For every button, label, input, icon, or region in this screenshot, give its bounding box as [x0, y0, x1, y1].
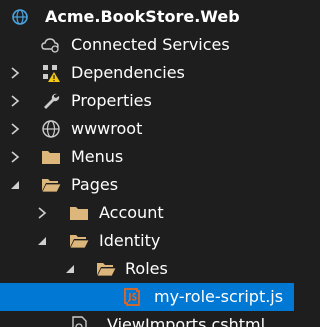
web-project-icon	[10, 7, 30, 27]
tree-item-label: Acme.BookStore.Web	[45, 7, 240, 26]
chevron-right-icon[interactable]	[36, 207, 48, 219]
tree-item-connected-services[interactable]: Connected Services	[0, 31, 294, 59]
chevron-down-icon[interactable]	[9, 179, 21, 191]
tree-item-label: _ViewImports.cshtml	[99, 315, 266, 327]
tree-item-label: Account	[99, 203, 164, 222]
folder-icon	[41, 147, 61, 167]
tree-item-properties[interactable]: Properties	[0, 87, 294, 115]
tree-item-wwwroot[interactable]: wwwroot	[0, 115, 294, 143]
tree-item-identity[interactable]: Identity	[0, 227, 294, 255]
folder-open-icon	[69, 231, 89, 251]
globe-icon	[41, 119, 61, 139]
tree-item-account[interactable]: Account	[0, 199, 294, 227]
tree-item-viewimports[interactable]: _ViewImports.cshtml	[0, 311, 294, 327]
tree-item-label: Pages	[71, 175, 119, 194]
chevron-right-icon[interactable]	[9, 123, 21, 135]
chevron-right-icon[interactable]	[9, 95, 21, 107]
dependencies-warning-icon	[41, 63, 61, 83]
chevron-down-icon[interactable]	[36, 235, 48, 247]
tree-item-label: wwwroot	[71, 119, 143, 138]
chevron-down-icon[interactable]	[64, 263, 76, 275]
tree-item-label: Menus	[71, 147, 124, 166]
tree-item-project[interactable]: Acme.BookStore.Web	[0, 3, 294, 31]
folder-open-icon	[96, 259, 116, 279]
chevron-right-icon[interactable]	[9, 151, 21, 163]
tree-item-dependencies[interactable]: Dependencies	[0, 59, 294, 87]
razor-file-icon	[69, 315, 89, 327]
tree-item-label: Roles	[125, 259, 168, 278]
solution-explorer-tree: Acme.BookStore.Web Connected Services De…	[0, 0, 294, 327]
tree-item-roles[interactable]: Roles	[0, 255, 294, 283]
tree-item-pages[interactable]: Pages	[0, 171, 294, 199]
tree-item-label: Properties	[71, 91, 152, 110]
tree-item-my-role-script[interactable]: my-role-script.js	[0, 283, 294, 311]
cloud-gear-icon	[41, 35, 61, 55]
tree-item-label: Connected Services	[71, 35, 230, 54]
chevron-right-icon[interactable]	[9, 67, 21, 79]
wrench-icon	[41, 91, 61, 111]
javascript-file-icon	[121, 287, 141, 307]
tree-item-label: Identity	[99, 231, 161, 250]
folder-icon	[69, 203, 89, 223]
tree-item-label: Dependencies	[71, 63, 185, 82]
tree-item-menus[interactable]: Menus	[0, 143, 294, 171]
tree-item-label: my-role-script.js	[154, 287, 284, 306]
folder-open-icon	[41, 175, 61, 195]
